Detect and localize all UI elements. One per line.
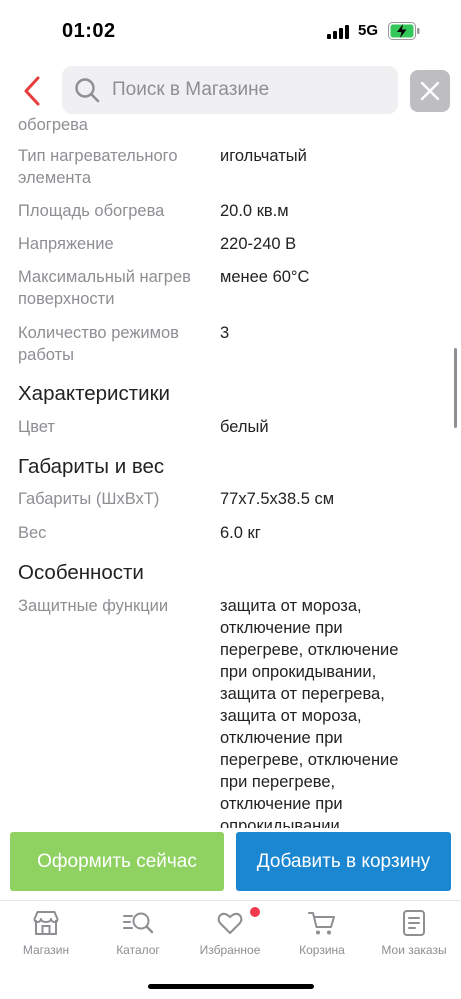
spec-value: 77x7.5x38.5 см <box>220 490 335 508</box>
spec-value: менее 60°C <box>220 268 310 286</box>
spec-value: белый <box>220 418 269 436</box>
spec-value: защита от мороза, отключение при перегре… <box>220 597 399 828</box>
spec-value: 20.0 кв.м <box>220 202 289 220</box>
tab-label: Мои заказы <box>381 943 447 957</box>
spec-value: 3 <box>220 324 230 342</box>
home-indicator[interactable] <box>148 984 314 989</box>
section-title-characteristics: Характеристики <box>18 382 170 405</box>
tab-my-orders[interactable]: Мои заказы <box>368 909 460 969</box>
search-input[interactable] <box>112 76 388 104</box>
spec-label: Вес <box>18 524 47 542</box>
spec-label: Количество режимов работы <box>18 324 179 364</box>
tab-label: Корзина <box>299 943 345 957</box>
product-specs: обогрева Тип нагревательного элемента иг… <box>0 114 461 828</box>
scrollbar[interactable] <box>454 348 457 428</box>
status-bar: 01:02 5G <box>0 0 461 62</box>
clear-search-button[interactable] <box>410 70 450 112</box>
network-type: 5G <box>358 22 379 39</box>
order-now-button[interactable]: Оформить сейчас <box>10 832 224 891</box>
status-time: 01:02 <box>62 20 116 42</box>
spec-value: игольчатый <box>220 147 307 165</box>
tab-favorites[interactable]: Избранное <box>184 909 276 969</box>
spec-value: 6.0 кг <box>220 524 261 542</box>
cellular-signal-icon <box>327 25 349 39</box>
tab-label: Магазин <box>22 943 70 957</box>
section-title-dimensions: Габариты и вес <box>18 455 165 478</box>
section-title-features: Особенности <box>18 561 144 584</box>
spec-value: 220-240 В <box>220 235 297 253</box>
spec-label: Максимальный нагрев поверхности <box>18 268 191 308</box>
tab-label: Избранное <box>199 943 261 957</box>
close-icon <box>420 81 440 101</box>
spec-label: Габариты (ШхВхТ) <box>18 490 160 508</box>
heart-icon <box>217 912 243 934</box>
spec-label: обогрева <box>18 116 88 134</box>
cart-icon <box>308 912 335 935</box>
add-to-cart-button[interactable]: Добавить в корзину <box>236 832 451 891</box>
tab-label: Каталог <box>116 943 160 957</box>
spec-label: Площадь обогрева <box>18 202 165 220</box>
spec-label: Тип нагревательного элемента <box>18 147 178 187</box>
search-icon <box>75 78 100 103</box>
search-box[interactable] <box>62 66 398 114</box>
spec-label: Цвет <box>18 418 55 436</box>
spec-label: Защитные функции <box>18 597 169 615</box>
back-chevron-icon[interactable] <box>18 74 48 108</box>
battery-charging-icon <box>388 22 420 40</box>
spec-label: Напряжение <box>18 235 114 253</box>
favorites-badge <box>250 907 260 917</box>
tab-store[interactable]: Магазин <box>0 909 92 969</box>
orders-icon <box>403 910 425 936</box>
tab-catalog[interactable]: Каталог <box>92 909 184 969</box>
tab-cart[interactable]: Корзина <box>276 909 368 969</box>
store-icon <box>33 911 59 935</box>
catalog-search-icon <box>123 912 154 934</box>
